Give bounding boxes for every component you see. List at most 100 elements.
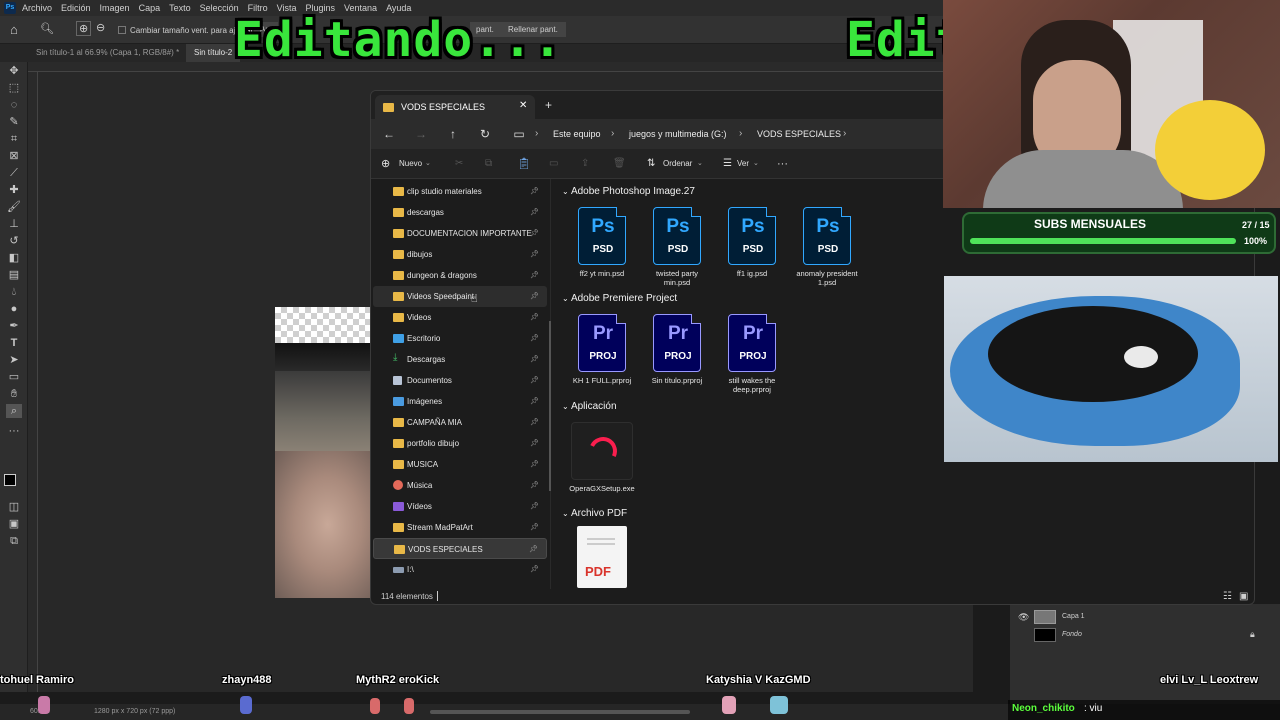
refresh-icon[interactable]: ↻	[475, 119, 495, 149]
breadcrumb-current-folder[interactable]: VODS ESPECIALES	[757, 119, 841, 149]
nav-item[interactable]: dungeon & dragons 📌︎	[373, 265, 547, 286]
group-header-pdf[interactable]: ⌄ Archivo PDF	[562, 508, 627, 519]
sort-icon[interactable]: ⇅	[647, 149, 655, 179]
pen-tool-icon[interactable]: ✒	[6, 319, 22, 333]
artboard-icon[interactable]: ⧉	[6, 534, 22, 548]
explorer-tab[interactable]: VODS ESPECIALES ✕	[375, 95, 535, 119]
paste-icon[interactable]: 📋︎	[517, 149, 531, 179]
menu-capa[interactable]: Capa	[139, 3, 161, 13]
new-plus-icon[interactable]: ⊕	[381, 149, 390, 179]
share-icon[interactable]: ⇪	[581, 149, 589, 179]
stamp-tool-icon[interactable]: ⊥	[6, 217, 22, 231]
quick-mask-icon[interactable]: ◫	[6, 500, 22, 514]
forward-arrow-icon[interactable]: →	[411, 119, 431, 149]
layer-row-capa-1[interactable]: 👁︎ Capa 1	[1010, 608, 1280, 626]
delete-icon[interactable]: 🗑︎	[613, 149, 626, 179]
screen-mode-icon[interactable]: ▣	[6, 517, 22, 531]
nav-item[interactable]: I:\ 📌︎	[373, 559, 547, 580]
nav-item[interactable]: Imágenes 📌︎	[373, 391, 547, 412]
blur-tool-icon[interactable]: 💧︎	[6, 285, 22, 299]
zoom-tool-icon-side[interactable]: ⌕	[6, 404, 22, 418]
group-header-prproj[interactable]: ⌄ Adobe Premiere Project	[562, 293, 677, 304]
doc-tab-1[interactable]: Sin título-1 al 66.9% (Capa 1, RGB/8#) *	[28, 44, 187, 62]
up-arrow-icon[interactable]: ↑	[443, 119, 463, 149]
nav-item[interactable]: clip studio materiales 📌︎	[373, 181, 547, 202]
nav-item[interactable]: Documentos 📌︎	[373, 370, 547, 391]
zoom-in-icon[interactable]: ⊕	[76, 21, 92, 36]
home-icon[interactable]: ⌂	[10, 22, 18, 37]
nav-item[interactable]: dibujos 📌︎	[373, 244, 547, 265]
dodge-tool-icon[interactable]: ●	[6, 302, 22, 316]
view-button[interactable]: Ver	[737, 149, 749, 179]
path-select-tool-icon[interactable]: ➤	[6, 353, 22, 367]
nav-item[interactable]: portfolio dibujo 📌︎	[373, 433, 547, 454]
copy-icon[interactable]: ⧉	[485, 149, 492, 179]
file-item-psd[interactable]: Ps PSD ff2 yt min.psd	[567, 207, 637, 278]
menu-seleccion[interactable]: Selección	[200, 3, 239, 13]
marquee-tool-icon[interactable]: ⬚	[6, 81, 22, 95]
zoom-out-icon[interactable]: ⊖	[96, 21, 105, 34]
healing-tool-icon[interactable]: ✚	[6, 183, 22, 197]
nav-item-hovered[interactable]: Videos Speedpaint 📌︎ ☝︎	[373, 286, 547, 307]
rename-icon[interactable]: ▭	[549, 149, 558, 179]
file-item-psd[interactable]: Ps PSD ff1 ig.psd	[717, 207, 787, 278]
hand-tool-icon[interactable]: ✋︎	[6, 387, 22, 401]
cut-icon[interactable]: ✂	[455, 149, 463, 179]
nav-item[interactable]: Stream MadPatArt 📌︎	[373, 517, 547, 538]
new-button[interactable]: Nuevo	[399, 149, 422, 179]
file-item-pdf[interactable]: PDF	[567, 526, 637, 592]
nav-scrollbar[interactable]	[549, 321, 551, 491]
visibility-eye-icon[interactable]: 👁︎	[1018, 612, 1029, 623]
move-tool-icon[interactable]: ✥	[6, 64, 22, 78]
foreground-color-swatch[interactable]	[4, 474, 16, 486]
group-header-app[interactable]: ⌄ Aplicación	[562, 401, 617, 412]
breadcrumb-este-equipo[interactable]: Este equipo	[553, 119, 601, 149]
nav-item[interactable]: descargas 📌︎	[373, 202, 547, 223]
horizontal-scrollbar[interactable]	[430, 710, 690, 714]
nav-item[interactable]: CAMPAÑA MIA 📌︎	[373, 412, 547, 433]
more-tools-icon[interactable]: ···	[6, 424, 22, 438]
file-item-prproj[interactable]: Pr PROJ Sin título.prproj	[642, 314, 712, 385]
nav-item[interactable]: Videos 📌︎	[373, 307, 547, 328]
nav-item[interactable]: MUSICA 📌︎	[373, 454, 547, 475]
layer-row-fondo[interactable]: Fondo 🔒︎	[1010, 626, 1280, 644]
nav-item[interactable]: Música 📌︎	[373, 475, 547, 496]
group-header-psd[interactable]: ⌄ Adobe Photoshop Image.27	[562, 186, 695, 197]
quick-select-tool-icon[interactable]: ✎	[6, 115, 22, 129]
doc-tab-2[interactable]: Sin título-2	[186, 44, 241, 62]
nav-item[interactable]: DOCUMENTACION IMPORTANTE 📌︎	[373, 223, 547, 244]
monitor-icon[interactable]: ▭	[509, 119, 529, 149]
file-item-psd[interactable]: Ps PSD twisted party min.psd	[642, 207, 712, 287]
file-item-exe[interactable]: OperaGXSetup.exe	[567, 422, 637, 493]
frame-tool-icon[interactable]: ⊠	[6, 149, 22, 163]
crop-tool-icon[interactable]: ⌗	[6, 132, 22, 146]
shape-tool-icon[interactable]: ▭	[6, 370, 22, 384]
tiles-view-icon[interactable]: ▣	[1239, 591, 1248, 602]
sort-button[interactable]: Ordenar	[663, 149, 692, 179]
view-icon[interactable]: ☰	[723, 149, 732, 179]
menu-archivo[interactable]: Archivo	[22, 3, 52, 13]
menu-texto[interactable]: Texto	[169, 3, 191, 13]
file-item-psd[interactable]: Ps PSD anomaly president 1.psd	[792, 207, 862, 287]
more-options-button[interactable]: ···	[777, 149, 788, 179]
history-brush-tool-icon[interactable]: ↺	[6, 234, 22, 248]
nav-item[interactable]: ⤓ Descargas 📌︎	[373, 349, 547, 370]
nav-item-selected[interactable]: VODS ESPECIALES 📌︎	[373, 538, 547, 559]
eraser-tool-icon[interactable]: ◧	[6, 251, 22, 265]
type-tool-icon[interactable]: T	[6, 336, 22, 350]
nav-item[interactable]: Escritorio 📌︎	[373, 328, 547, 349]
gradient-tool-icon[interactable]: ▤	[6, 268, 22, 282]
breadcrumb-drive[interactable]: juegos y multimedia (G:)	[629, 119, 727, 149]
file-item-prproj[interactable]: Pr PROJ KH 1 FULL.prproj	[567, 314, 637, 385]
new-tab-icon[interactable]: +	[545, 98, 552, 112]
resize-windows-checkbox[interactable]	[118, 26, 126, 34]
eyedropper-tool-icon[interactable]: ⟋	[6, 166, 22, 180]
details-view-icon[interactable]: ☷	[1223, 591, 1232, 602]
menu-imagen[interactable]: Imagen	[100, 3, 130, 13]
brush-tool-icon[interactable]: 🖌︎	[6, 200, 22, 214]
document-canvas[interactable]	[275, 307, 371, 598]
back-arrow-icon[interactable]: ←	[379, 119, 399, 149]
file-item-prproj[interactable]: Pr PROJ still wakes the deep.prproj	[717, 314, 787, 394]
close-tab-icon[interactable]: ✕	[519, 100, 527, 111]
menu-edicion[interactable]: Edición	[61, 3, 91, 13]
